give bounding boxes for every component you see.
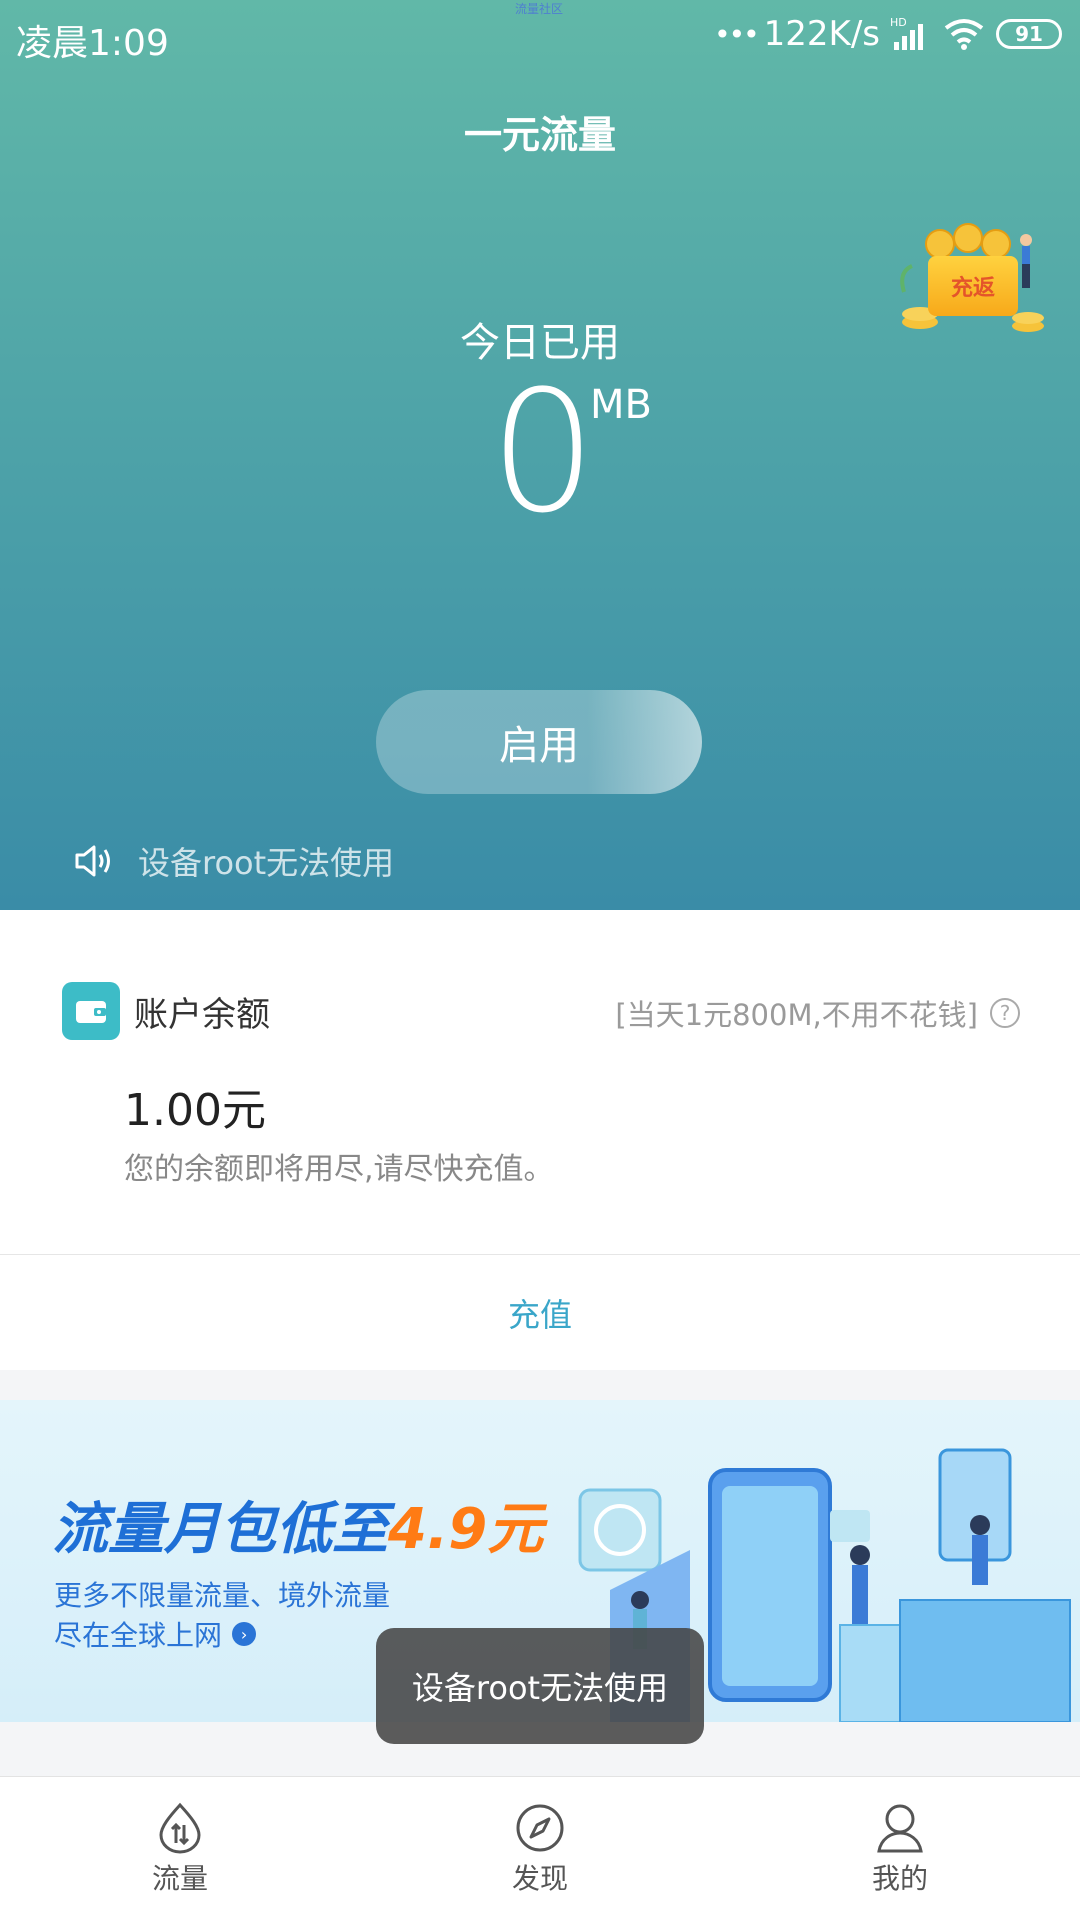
banner-headline: 流量月包低至4.9元 [52,1484,543,1565]
page-title: 一元流量 [463,113,616,157]
help-icon[interactable]: ? [990,998,1020,1028]
wallet-icon [62,982,120,1040]
hero-section: 凌晨1:09 流量社区 ••• 122K/s HD 91 一元流量 充返 今日已… [0,0,1080,910]
pricing-hint: [当天1元800M,不用不花钱] ? [615,992,1020,1034]
battery-level: 91 [1015,22,1043,46]
hd-label: HD [890,16,907,29]
banner-link-text: 尽在全球上网 [54,1619,223,1652]
nav-label-traffic: 流量 [151,1862,208,1895]
nav-item-discover[interactable]: 发现 [360,1777,720,1920]
status-carrier-tag: 流量社区 [515,2,564,16]
signal-icon: HD [890,16,923,50]
arrow-right-icon: › [232,1622,257,1646]
balance-warning: 您的余额即将用尽,请尽快充值。 [124,1152,554,1187]
nav-label-profile: 我的 [871,1862,928,1895]
nav-item-traffic[interactable]: 流量 [0,1777,360,1920]
account-card: 账户余额 [当天1元800M,不用不花钱] ? 1.00元 您的余额即将用尽,请… [0,910,1080,1370]
network-speed: ••• 122K/s [714,14,880,54]
status-indicators: ••• 122K/s HD 91 [714,12,1062,56]
more-dots-icon: ••• [714,17,760,51]
balance-value: 1.00元 [124,1085,266,1136]
speaker-icon [75,845,110,877]
banner-link[interactable]: 尽在全球上网 › [54,1614,257,1654]
enable-button[interactable]: 启用 [376,690,702,794]
banner-headline-main: 流量月包低至 [52,1497,388,1562]
battery-icon: 91 [996,19,1062,49]
toast-message: 设备root无法使用 [376,1628,704,1744]
pricing-hint-text: [当天1元800M,不用不花钱] [615,998,978,1032]
status-time: 凌晨1:09 [16,23,169,64]
banner-subtitle: 更多不限量流量、境外流量 [54,1579,391,1612]
notice-bar: 设备root无法使用 [74,838,394,884]
promo-label: 充返 [928,256,1018,316]
profile-icon [877,1804,923,1853]
compass-icon [516,1804,564,1852]
usage-value: 0 [489,354,597,550]
traffic-icon [159,1802,201,1854]
recharge-button[interactable]: 充值 [0,1255,1080,1370]
account-header: 账户余额 [62,982,270,1040]
network-speed-value: 122K/s [763,14,880,54]
status-bar: 凌晨1:09 流量社区 ••• 122K/s HD 91 [0,0,1080,70]
notice-text: 设备root无法使用 [138,844,395,882]
wifi-icon [944,19,984,50]
banner-price: 4.9元 [388,1497,544,1562]
bottom-nav: 流量 发现 我的 [0,1776,1080,1920]
nav-label-discover: 发现 [511,1862,568,1895]
account-title: 账户余额 [134,994,270,1035]
nav-item-profile[interactable]: 我的 [720,1777,1080,1920]
usage-unit: MB [590,382,652,428]
